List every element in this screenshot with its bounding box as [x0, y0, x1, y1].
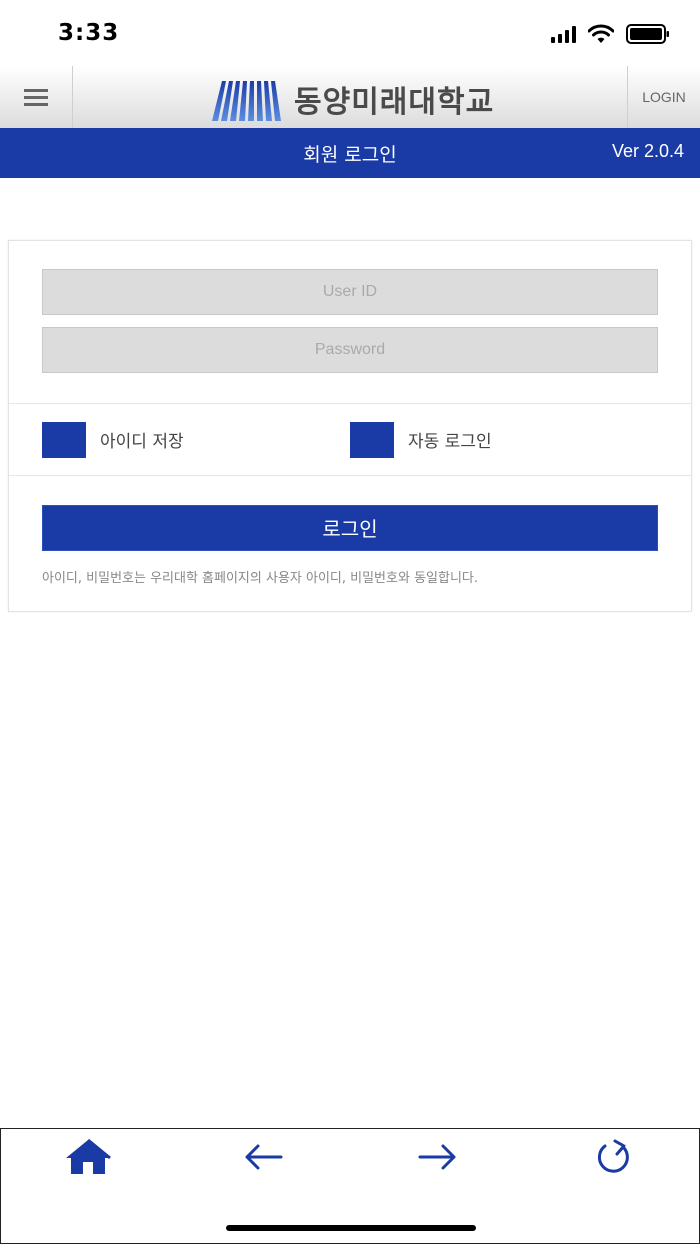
auto-login-checkbox[interactable] [350, 422, 394, 458]
home-button[interactable] [58, 1135, 118, 1179]
status-bar: 3:33 [0, 0, 700, 66]
back-arrow-icon [245, 1144, 283, 1170]
home-icon [66, 1138, 111, 1174]
status-time: 3:33 [58, 20, 120, 46]
password-input[interactable]: Password [42, 327, 658, 373]
auto-login-label[interactable]: 자동 로그인 [408, 427, 492, 452]
user-id-input[interactable]: User ID [42, 269, 658, 315]
divider [9, 403, 691, 404]
logo-text: 동양미래대학교 [294, 85, 495, 120]
forward-arrow-icon [418, 1144, 456, 1170]
login-notice: 아이디, 비밀번호는 우리대학 홈페이지의 사용자 아이디, 비밀번호와 동일합… [42, 571, 479, 586]
divider [9, 475, 691, 476]
login-link[interactable]: LOGIN [627, 66, 700, 128]
title-bar: 회원 로그인 Ver 2.0.4 [0, 128, 700, 178]
save-id-checkbox[interactable] [42, 422, 86, 458]
university-logo[interactable]: 동양미래대학교 [210, 76, 500, 122]
forward-button[interactable] [408, 1135, 468, 1179]
battery-icon [626, 24, 669, 44]
version-label: Ver 2.0.4 [611, 141, 684, 161]
app-header: 동양미래대학교 LOGIN [0, 66, 700, 129]
home-indicator [226, 1225, 476, 1231]
hamburger-menu-icon [24, 89, 48, 106]
refresh-icon [597, 1139, 629, 1173]
cellular-signal-icon [551, 25, 576, 43]
login-card: User ID Password 아이디 저장 자동 로그인 로그인 아이디, … [8, 240, 692, 612]
logo-emblem-icon [212, 81, 281, 121]
back-button[interactable] [233, 1135, 293, 1179]
bottom-nav-bar [0, 1128, 700, 1244]
wifi-icon [588, 24, 614, 43]
page-title: 회원 로그인 [303, 144, 397, 166]
save-id-label[interactable]: 아이디 저장 [100, 427, 184, 452]
status-icons [551, 24, 670, 44]
refresh-button[interactable] [583, 1135, 643, 1179]
login-button[interactable]: 로그인 [42, 505, 658, 551]
menu-button[interactable] [0, 66, 73, 128]
